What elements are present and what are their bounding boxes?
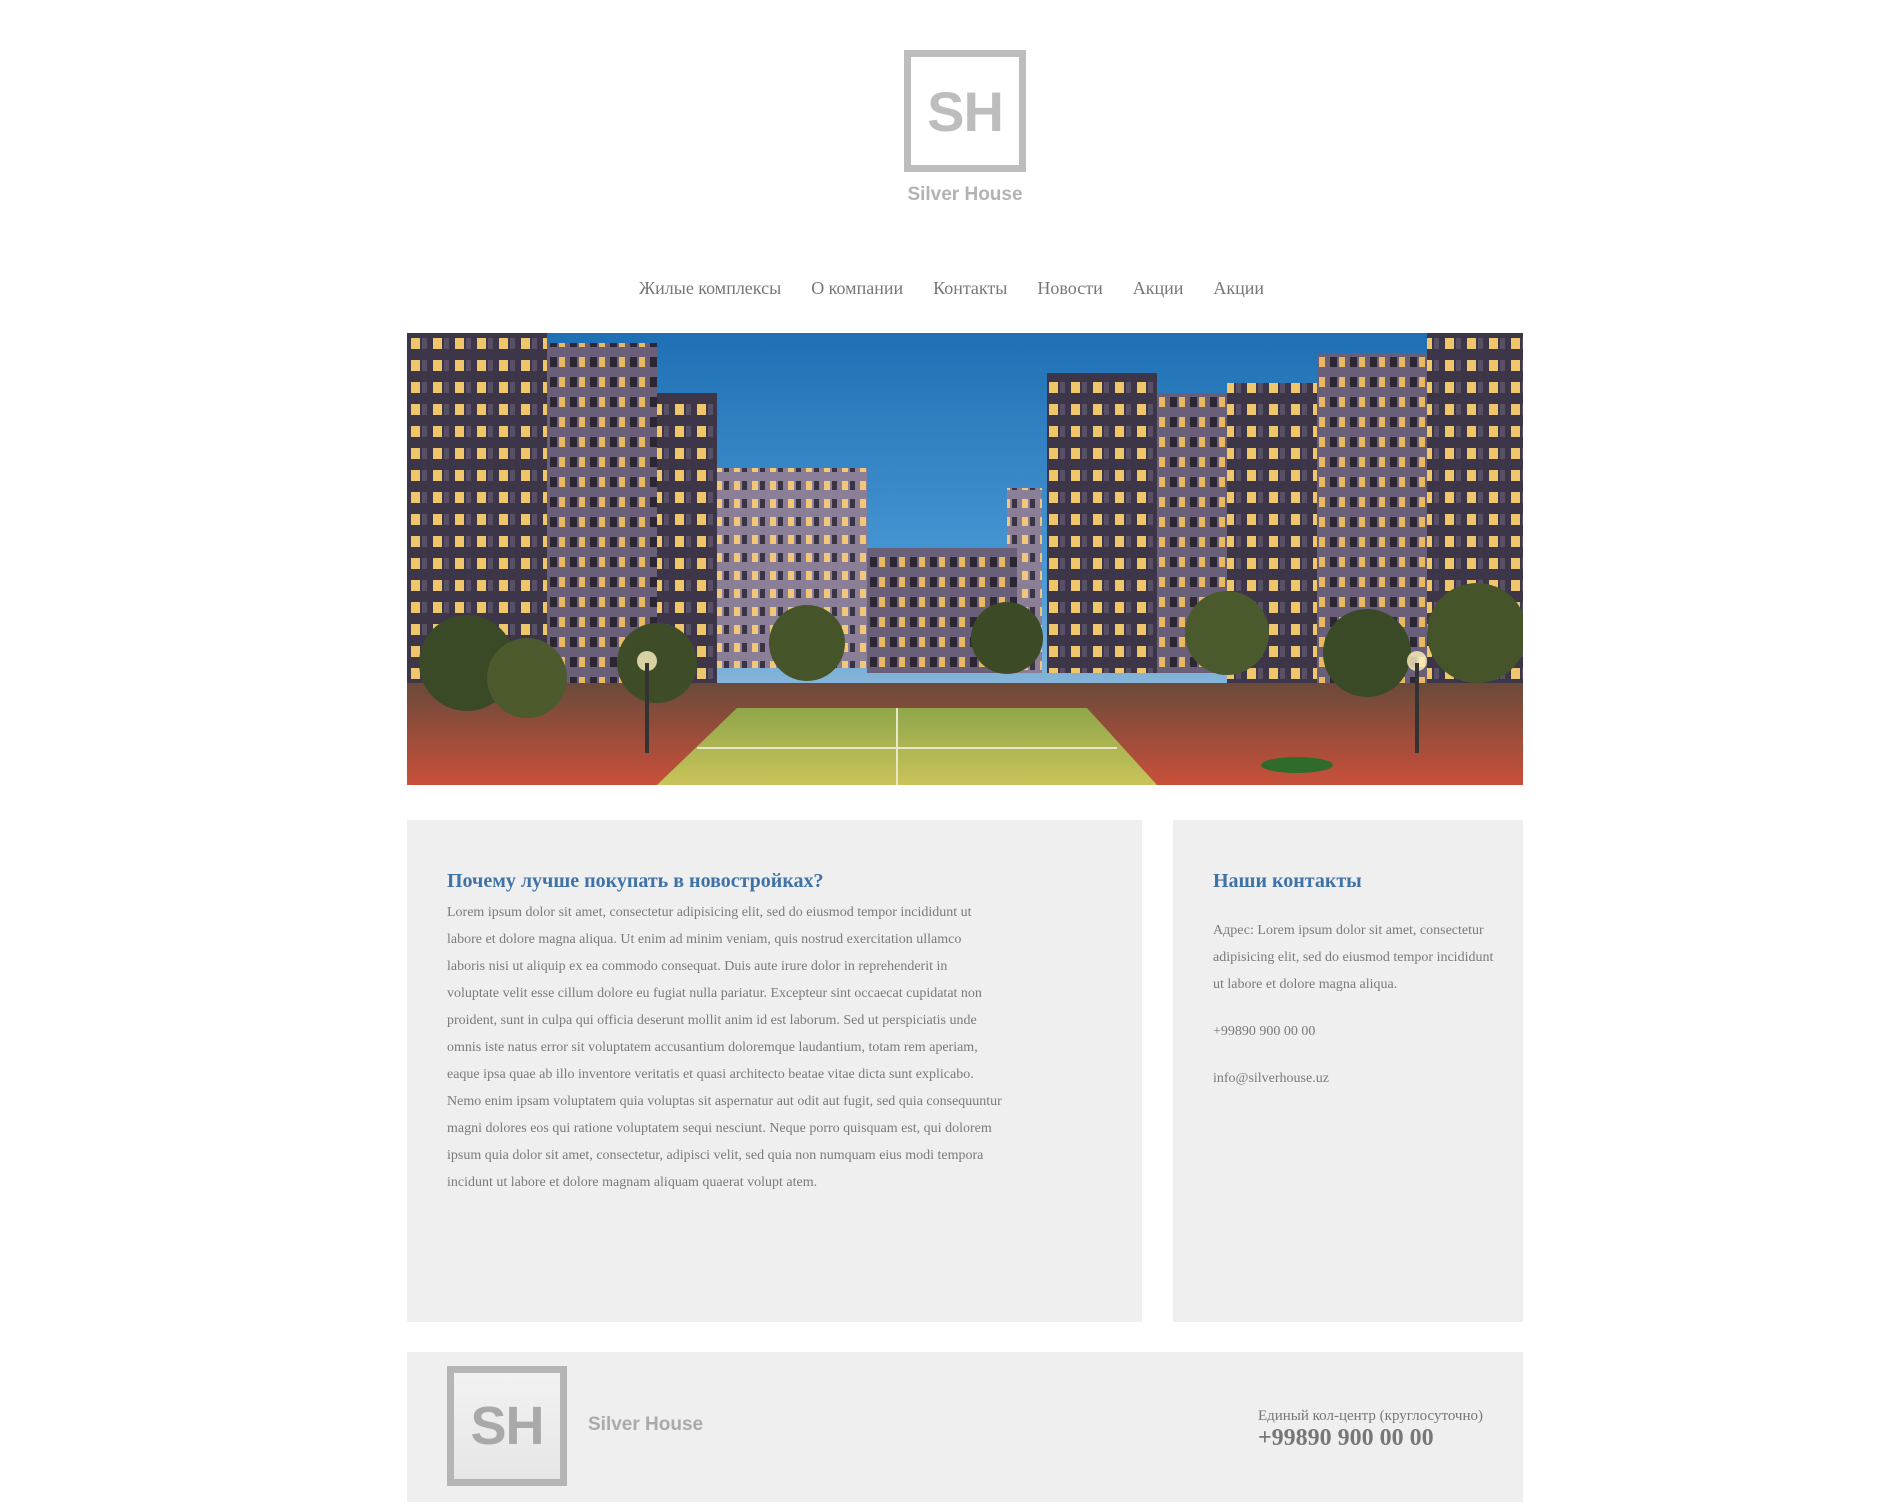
logo-letters: SH [927,79,1004,143]
footer-logo-name: Silver House [588,1414,704,1435]
nav-item-residential[interactable]: Жилые комплексы [639,278,781,299]
contacts-panel: Наши контакты Адрес: Lorem ipsum dolor s… [1173,820,1523,1322]
footer-logo-mark[interactable]: SH [447,1366,567,1486]
nav-item-about[interactable]: О компании [811,278,903,299]
contacts-email[interactable]: info@silverhouse.uz [1213,1071,1329,1086]
contacts-title: Наши контакты [1213,870,1362,892]
header-logo[interactable]: SH Silver House [904,50,1026,206]
logo-mark: SH [904,50,1026,172]
footer-call-phone[interactable]: +99890 900 00 00 [1258,1425,1483,1451]
article-body: Lorem ipsum dolor sit amet, consectetur … [447,905,1002,1190]
nav-item-promotions[interactable]: Акции [1133,278,1184,299]
main-nav: Жилые комплексы О компании Контакты Ново… [0,278,1903,299]
contacts-phone[interactable]: +99890 900 00 00 [1213,1024,1315,1039]
logo-name: Silver House [907,184,1023,205]
nav-item-news[interactable]: Новости [1037,278,1102,299]
footer: SH Silver House Единый кол-центр (кругло… [407,1352,1523,1502]
hero-image [407,333,1523,785]
article-title: Почему лучше покупать в новостройках? [447,870,824,892]
nav-item-promotions-2[interactable]: Акции [1213,278,1264,299]
nav-item-contacts[interactable]: Контакты [933,278,1007,299]
hero-illustration [407,333,1523,785]
contacts-address: Адрес: Lorem ipsum dolor sit amet, conse… [1213,923,1494,992]
article-panel: Почему лучше покупать в новостройках? Lo… [407,820,1142,1322]
footer-call-label: Единый кол-центр (круглосуточно) [1257,1408,1483,1424]
footer-call-center: Единый кол-центр (круглосуточно) +99890 … [1258,1408,1483,1451]
footer-logo-letters: SH [470,1396,544,1456]
